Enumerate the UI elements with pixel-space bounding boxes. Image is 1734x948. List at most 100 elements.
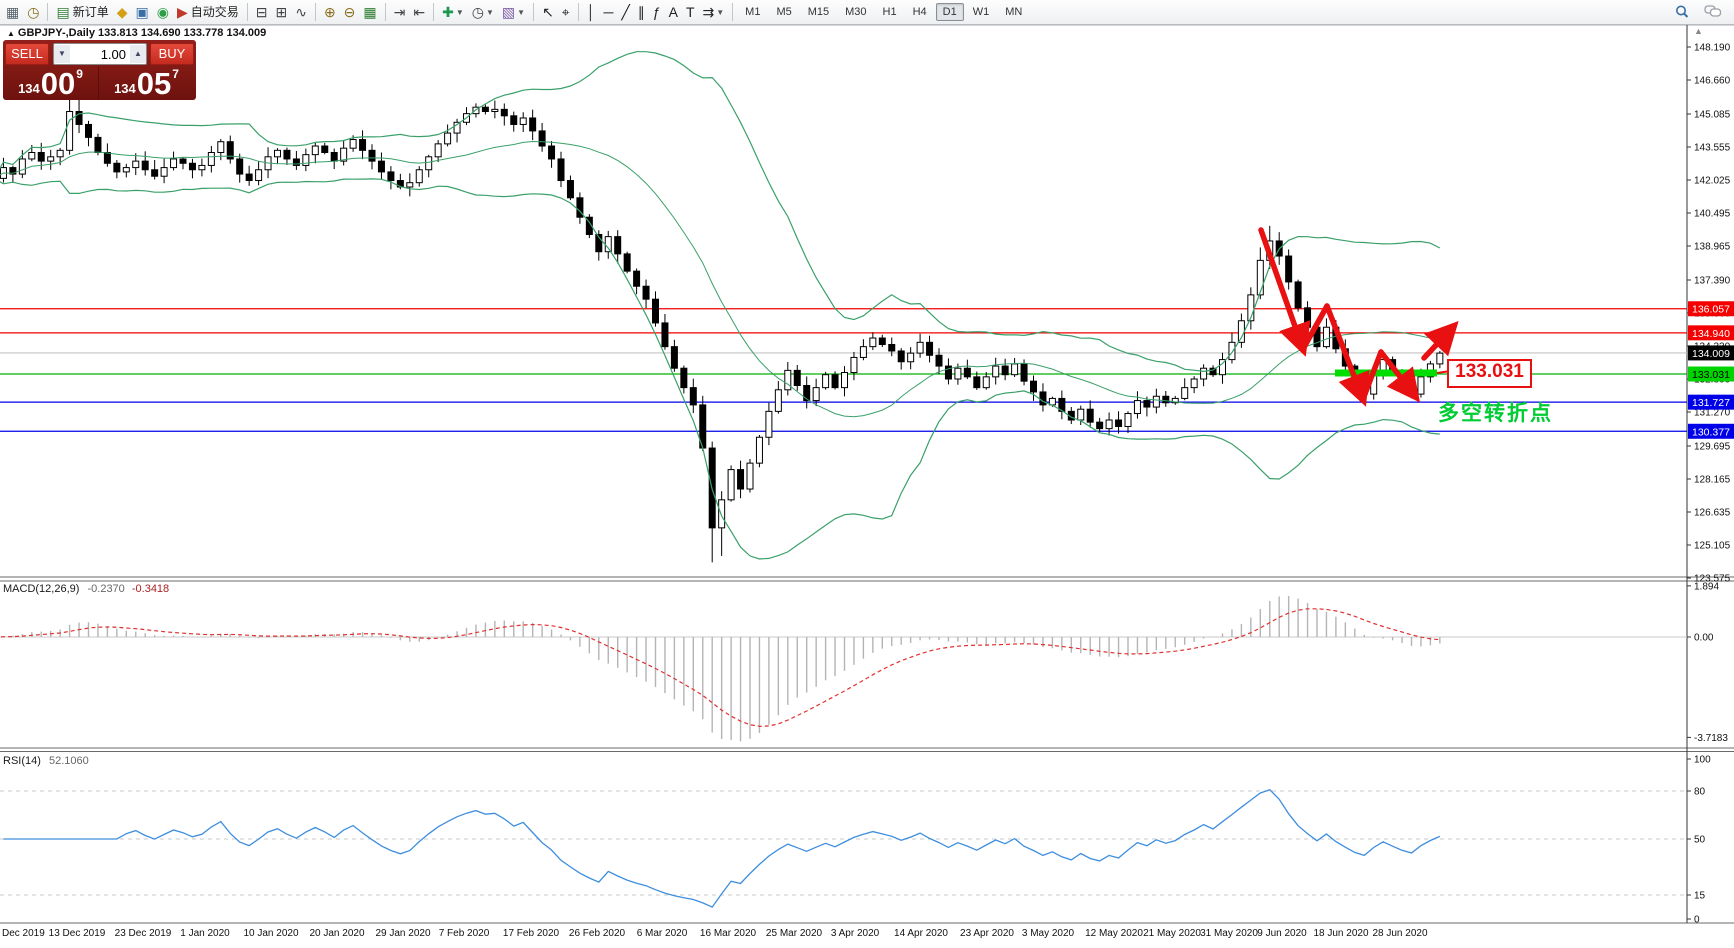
sell-price-big: 00 <box>41 69 75 99</box>
timeframe-W1[interactable]: W1 <box>966 3 997 21</box>
macd-name: MACD(12,26,9) <box>3 583 79 595</box>
arrows-icon[interactable]: ⇉▼ <box>699 1 729 24</box>
text-icon[interactable]: A <box>665 1 682 24</box>
rsi-name: RSI(14) <box>3 755 41 767</box>
fibonacci-icon[interactable]: ƒ <box>649 1 665 24</box>
chart-tools-icon[interactable]: ◆ <box>113 1 132 24</box>
chart-shift-icon[interactable]: ⇤ <box>409 1 429 24</box>
buy-button[interactable]: BUY <box>150 43 194 65</box>
metaeditor-icon: ▣ <box>135 3 148 22</box>
chart-window-icon[interactable]: ▦ <box>2 1 23 24</box>
svg-text:28 Jun 2020: 28 Jun 2020 <box>1372 928 1427 939</box>
symbol-ohlc-text: GBPJPY-,Daily 133.813 134.690 133.778 13… <box>18 27 266 39</box>
timeframe-MN[interactable]: MN <box>998 3 1029 21</box>
autotrading-button[interactable]: ▶自动交易 <box>173 1 243 24</box>
crosshair-icon[interactable]: ⌖ <box>558 1 574 24</box>
one-click-trading-panel: SELL ▼ 1.00 ▲ BUY 134009 134057 <box>3 40 196 100</box>
volume-increase-button[interactable]: ▲ <box>130 45 146 63</box>
svg-text:23 Apr 2020: 23 Apr 2020 <box>960 928 1014 939</box>
main-toolbar: ▦◷▤新订单◆▣◉▶自动交易⊟⊞∿⊕⊖▦⇥⇤✚▼◷▼▧▼↖⌖│─╱∥ƒAT⇉▼ … <box>0 0 1734 25</box>
templates-icon[interactable]: ▧▼ <box>498 1 529 24</box>
bar-chart-icon[interactable]: ⊟ <box>252 1 272 24</box>
new-order-button[interactable]: ▤新订单 <box>52 1 112 24</box>
sell-price-sup: 9 <box>76 67 83 81</box>
periods-icon[interactable]: ◷▼ <box>468 1 498 24</box>
dropdown-arrow-icon[interactable]: ▼ <box>517 3 525 22</box>
svg-text:20 Jan 2020: 20 Jan 2020 <box>309 928 364 939</box>
buy-price-prefix: 134 <box>114 81 136 96</box>
dropdown-arrow-icon[interactable]: ▼ <box>456 3 464 22</box>
svg-text:26 Feb 2020: 26 Feb 2020 <box>569 928 626 939</box>
svg-text:13 Dec 2019: 13 Dec 2019 <box>49 928 106 939</box>
sell-price-prefix: 134 <box>18 81 40 96</box>
volume-input[interactable]: 1.00 <box>70 47 130 62</box>
bar-chart-icon: ⊟ <box>256 3 268 22</box>
search-icon[interactable] <box>1670 1 1694 24</box>
auto-scroll-icon[interactable]: ⇥ <box>390 1 410 24</box>
svg-text:-3.7183: -3.7183 <box>1694 733 1728 744</box>
vertical-line-icon[interactable]: │ <box>583 1 600 24</box>
turning-point-note[interactable]: 多空转折点 <box>1438 397 1553 427</box>
zoom-in-icon[interactable]: ⊕ <box>320 1 340 24</box>
toolbar-separator <box>247 3 248 21</box>
line-chart-icon[interactable]: ∿ <box>291 1 311 24</box>
timeframe-toolbar: M1M5M15M30H1H4D1W1MN <box>737 3 1030 21</box>
chart-area[interactable]: ▲148.190146.660145.085143.555142.025140.… <box>0 0 1734 948</box>
svg-text:134.940: 134.940 <box>1692 328 1730 340</box>
svg-text:148.190: 148.190 <box>1694 43 1731 54</box>
svg-text:7 Feb 2020: 7 Feb 2020 <box>439 928 490 939</box>
svg-text:128.165: 128.165 <box>1694 474 1731 485</box>
zoom-out-icon: ⊖ <box>344 3 356 22</box>
horizontal-line-icon[interactable]: ─ <box>599 1 617 24</box>
trendline-icon[interactable]: ╱ <box>617 1 633 24</box>
periods-icon: ◷ <box>472 3 484 22</box>
svg-text:9 Jun 2020: 9 Jun 2020 <box>1257 928 1307 939</box>
sell-button[interactable]: SELL <box>5 43 49 65</box>
cursor-icon[interactable]: ↖ <box>538 1 558 24</box>
candlestick-chart-icon[interactable]: ⊞ <box>271 1 291 24</box>
templates-icon: ▧ <box>502 3 515 22</box>
chat-icon[interactable] <box>1700 1 1726 24</box>
volume-box: ▼ 1.00 ▲ <box>53 43 147 65</box>
market-watch-icon[interactable]: ◷ <box>23 1 43 24</box>
svg-text:137.390: 137.390 <box>1694 275 1731 286</box>
candlestick-chart-icon: ⊞ <box>275 3 287 22</box>
svg-text:23 Dec 2019: 23 Dec 2019 <box>115 928 172 939</box>
macd-signal-value: -0.3418 <box>132 583 169 595</box>
price-callout-label[interactable]: 133.031 <box>1447 359 1532 388</box>
vertical-line-icon: │ <box>587 3 596 22</box>
buy-price-big: 05 <box>137 69 171 99</box>
timeframe-D1[interactable]: D1 <box>936 3 964 21</box>
indicators-icon[interactable]: ✚▼ <box>438 1 468 24</box>
volume-decrease-button[interactable]: ▼ <box>54 45 70 63</box>
timeframe-H4[interactable]: H4 <box>906 3 934 21</box>
svg-text:29 Jan 2020: 29 Jan 2020 <box>375 928 430 939</box>
svg-text:0: 0 <box>1694 915 1700 926</box>
text-label-icon[interactable]: T <box>682 1 699 24</box>
zoom-out-icon[interactable]: ⊖ <box>340 1 360 24</box>
tile-windows-icon[interactable]: ▦ <box>359 1 380 24</box>
channel-icon[interactable]: ∥ <box>634 1 649 24</box>
trendline-icon: ╱ <box>621 3 629 22</box>
zoom-in-icon: ⊕ <box>324 3 336 22</box>
timeframe-M5[interactable]: M5 <box>769 3 798 21</box>
collapse-arrow-icon[interactable]: ▲ <box>7 29 15 38</box>
tile-windows-icon: ▦ <box>363 3 376 22</box>
metaeditor-icon[interactable]: ▣ <box>131 1 152 24</box>
svg-text:145.085: 145.085 <box>1694 109 1731 120</box>
timeframe-H1[interactable]: H1 <box>876 3 904 21</box>
text-icon: A <box>669 3 678 22</box>
sell-price[interactable]: 134009 <box>3 66 98 100</box>
buy-price[interactable]: 134057 <box>99 66 194 100</box>
buy-price-sup: 7 <box>172 67 179 81</box>
svg-text:133.031: 133.031 <box>1692 369 1730 381</box>
autotrading-button: ▶ <box>177 3 188 22</box>
timeframe-M30[interactable]: M30 <box>838 3 873 21</box>
dropdown-arrow-icon[interactable]: ▼ <box>486 3 494 22</box>
dropdown-arrow-icon[interactable]: ▼ <box>716 3 724 22</box>
toolbar-separator <box>385 3 386 21</box>
timeframe-M15[interactable]: M15 <box>801 3 836 21</box>
signals-icon[interactable]: ◉ <box>153 1 173 24</box>
timeframe-M1[interactable]: M1 <box>738 3 767 21</box>
fibonacci-icon: ƒ <box>653 3 661 22</box>
